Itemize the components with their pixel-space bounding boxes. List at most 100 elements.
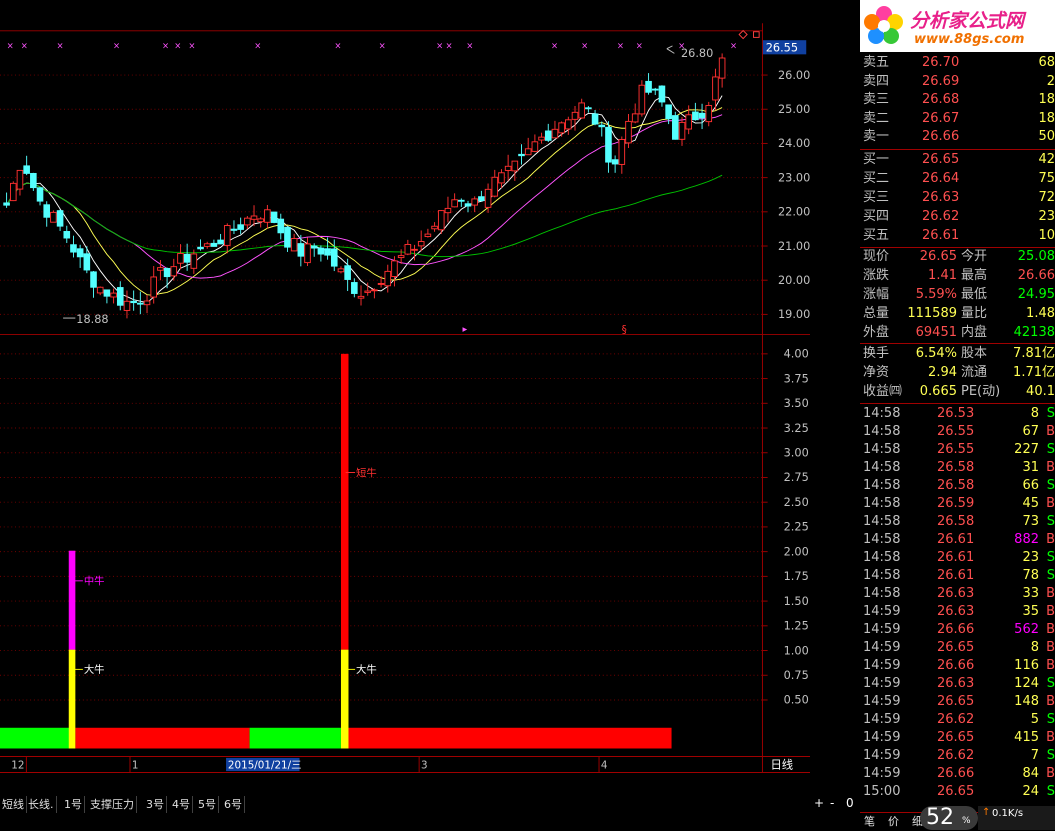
signal-x-marker: × [188, 41, 195, 51]
sell-price: 26.68 [922, 92, 960, 108]
buy-volume: 23 [1038, 209, 1055, 224]
indicator-tick-label: 3.25 [784, 422, 809, 435]
tab-no4[interactable]: 4号 [170, 796, 193, 813]
speed-percent: 52 [926, 805, 954, 830]
candle [698, 112, 706, 119]
tick-row: 14:58 26.53 8 S [860, 405, 1055, 423]
candle [377, 283, 385, 285]
indicator-tick-label: 1.00 [784, 644, 809, 657]
buy-volume: 42 [1038, 152, 1055, 167]
big-bull-label-2: 大牛 [356, 663, 377, 676]
quote-label: 外盘 [863, 325, 890, 340]
tab-trades[interactable]: 笔 [864, 814, 875, 830]
candle [3, 202, 10, 206]
buy-level-label: 买一 [863, 152, 890, 167]
candle [551, 128, 559, 139]
tab-no5[interactable]: 5号 [196, 796, 219, 813]
quote-row: 总量 111589 量比 1.48 [860, 305, 1055, 323]
kline-chart[interactable]: × × × × × × × × × × × × × × × × × × ×▸ § 26.0025.0024.0023.… [0, 0, 810, 800]
candle [183, 253, 191, 263]
period-label[interactable]: 日线 [770, 757, 793, 771]
candle [16, 169, 24, 190]
candle [712, 76, 719, 101]
tick-side: B [1046, 694, 1055, 709]
tick-row: 14:58 26.61 23 S [860, 549, 1055, 567]
candle [143, 300, 151, 306]
logo-banner: 分析家公式网 www.88gs.com [860, 0, 1055, 52]
candle [705, 105, 713, 123]
signal-x-marker: × [254, 41, 261, 51]
candle [203, 243, 211, 247]
tick-time: 14:58 [863, 514, 901, 529]
sell-level-label: 卖四 [863, 73, 890, 89]
signal-x-marker: × [551, 41, 558, 51]
sell-row: 卖二 26.67 18 [860, 110, 1055, 128]
speed-widget[interactable]: 52 % [920, 806, 978, 830]
candle [43, 204, 51, 218]
tab-no1[interactable]: 1号 [62, 796, 85, 813]
candle [518, 153, 525, 157]
sell-level-label: 卖一 [863, 129, 890, 145]
tick-row: 14:59 26.66 116 B [860, 657, 1055, 675]
quote-value: 42138 [1013, 325, 1055, 340]
tick-row: 14:59 26.66 562 B [860, 621, 1055, 639]
tick-volume: 35 [1022, 604, 1039, 619]
tick-price: 26.62 [937, 748, 975, 763]
tick-price: 26.65 [937, 640, 975, 655]
stat-value: 2.94 [928, 365, 957, 380]
stat-value: 40.1 [1026, 384, 1055, 399]
sell-price: 26.66 [922, 129, 960, 145]
net-speed-widget: ↑ 0.1K/s [978, 806, 1055, 830]
tab-long-line[interactable]: 长线. [26, 796, 57, 813]
tick-row: 14:58 26.58 31 B [860, 459, 1055, 477]
tab-short-line[interactable]: 短线 [0, 796, 27, 813]
tab-no3[interactable]: 3号 [144, 796, 167, 813]
candle [645, 80, 652, 93]
tick-side: B [1046, 496, 1055, 511]
green-band [0, 727, 71, 749]
tick-volume: 415 [1014, 730, 1039, 745]
quote-label: 涨幅 [863, 287, 890, 302]
candle [116, 287, 124, 306]
zoom-out-button[interactable]: - [830, 796, 834, 810]
candle [150, 276, 158, 298]
tick-time: 14:59 [863, 730, 901, 745]
stat-label: PE(动) [961, 384, 1001, 399]
tick-side: B [1046, 658, 1055, 673]
candle [70, 244, 77, 253]
candle [658, 85, 666, 103]
signal-x-marker: × [617, 41, 624, 51]
candle [197, 246, 204, 250]
buy-level-label: 买二 [863, 171, 890, 186]
signal-x-marker: × [436, 41, 443, 51]
zoom-reset-button[interactable]: 0 [846, 796, 854, 810]
candle [591, 113, 599, 125]
candle [524, 148, 532, 156]
candle [685, 114, 692, 130]
candle [397, 255, 405, 259]
flower-logo-icon [864, 6, 903, 44]
tab-support-resistance[interactable]: 支撑压力 [88, 796, 137, 813]
tab-price[interactable]: 价 [888, 814, 899, 830]
tick-price: 26.63 [937, 676, 975, 691]
tick-price: 26.65 [937, 784, 975, 799]
tab-no6[interactable]: 6号 [222, 796, 245, 813]
net-speed-value: 0.1K/s [992, 808, 1024, 819]
sell-level-label: 卖三 [863, 92, 890, 108]
tick-volume: 33 [1022, 586, 1039, 601]
price-tick-label: 21.00 [778, 240, 810, 253]
tick-volume: 67 [1022, 424, 1039, 439]
tick-time: 14:58 [863, 406, 901, 421]
zoom-in-button[interactable]: + [814, 796, 824, 810]
tick-price: 26.65 [937, 730, 975, 745]
indicator-tick-label: 4.00 [784, 348, 809, 361]
tick-time: 14:58 [863, 478, 901, 493]
tick-volume: 882 [1014, 532, 1039, 547]
indicator-tick-label: 3.50 [784, 397, 809, 410]
candle [531, 141, 539, 152]
tick-price: 26.66 [937, 766, 975, 781]
stat-row: 收益㈣ 0.665 PE(动) 40.1 [860, 383, 1055, 401]
signal-x-marker: × [57, 41, 64, 51]
tick-time: 14:58 [863, 442, 901, 457]
tick-row: 14:58 26.59 45 B [860, 495, 1055, 513]
